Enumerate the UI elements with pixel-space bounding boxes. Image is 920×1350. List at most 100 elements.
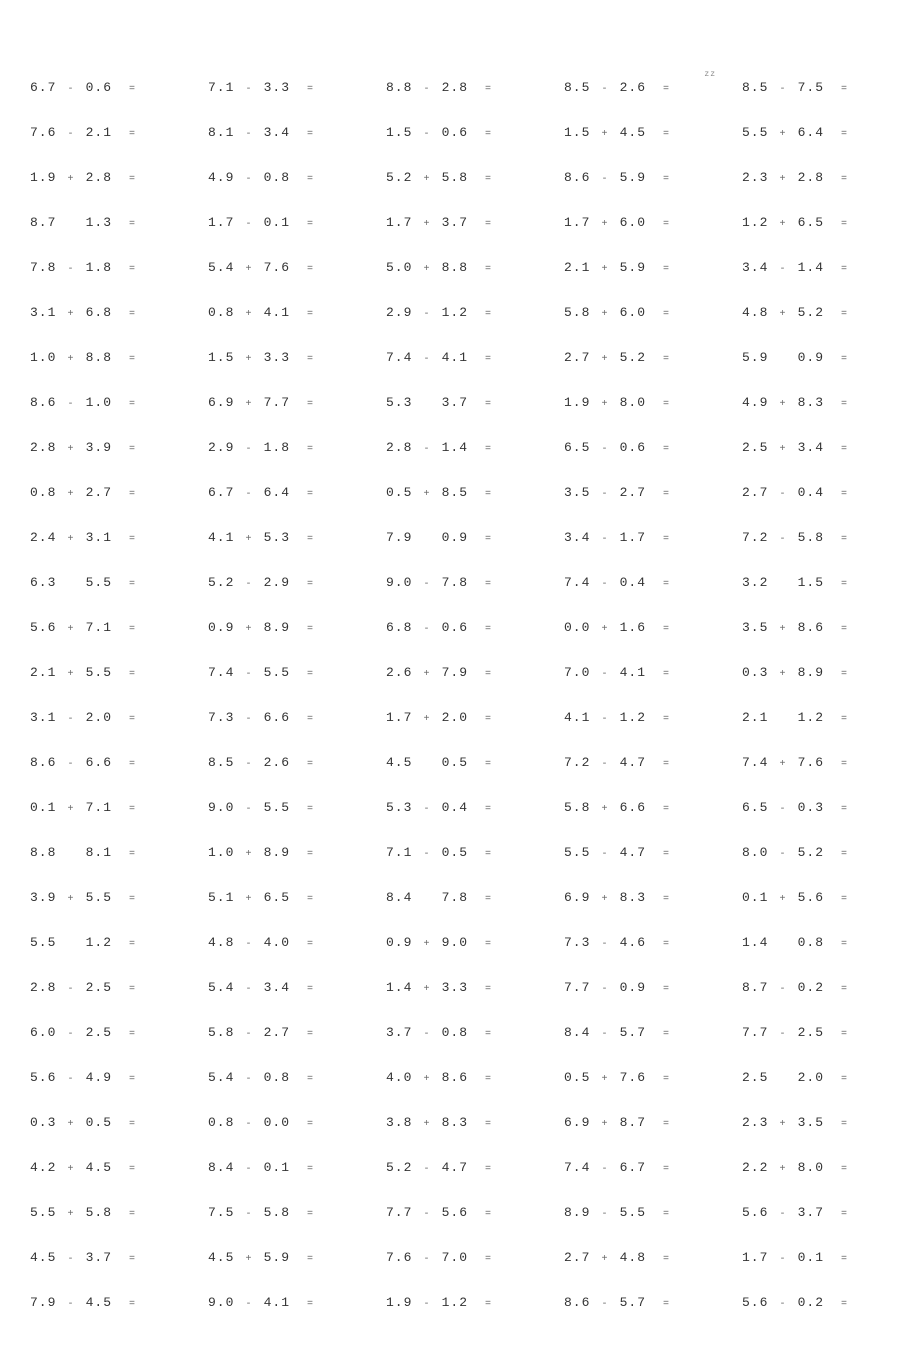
math-problem: 5.4-0.8= — [208, 1070, 356, 1085]
operator: + — [420, 939, 434, 950]
math-problem: 6.7-0.6= — [30, 80, 178, 95]
operator: + — [420, 489, 434, 500]
operator: - — [242, 984, 256, 995]
operand-a: 5.6 — [30, 620, 64, 635]
operand-a: 4.0 — [386, 1070, 420, 1085]
math-problem: 6.8-0.6= — [386, 620, 534, 635]
operator: - — [420, 444, 434, 455]
worksheet-page: 6.7-0.6=7.1-3.3=8.8-2.8=8.5-2.6=zz8.5-7.… — [0, 0, 920, 1350]
math-problem: 0.9+8.9= — [208, 620, 356, 635]
operator: - — [242, 84, 256, 95]
operand-a: 3.9 — [30, 890, 64, 905]
math-problem: 5.2-2.9= — [208, 575, 356, 590]
math-problem: 8.71.3= — [30, 215, 178, 230]
operand-b: 4.8 — [612, 1250, 646, 1265]
math-problem: 8.5-2.6=zz — [564, 80, 712, 95]
math-problem: 1.0+8.8= — [30, 350, 178, 365]
operand-a: 5.6 — [30, 1070, 64, 1085]
math-problem: 6.7-6.4= — [208, 485, 356, 500]
operator: - — [420, 84, 434, 95]
math-problem: 4.9-0.8= — [208, 170, 356, 185]
operand-a: 2.5 — [742, 440, 776, 455]
operand-b: 1.2 — [434, 1295, 468, 1310]
operand-a: 3.7 — [386, 1025, 420, 1040]
operator: - — [64, 1254, 78, 1265]
operand-a: 4.2 — [30, 1160, 64, 1175]
equals-sign: = — [824, 534, 848, 545]
operand-b: 8.3 — [612, 890, 646, 905]
operand-b: 5.8 — [256, 1205, 290, 1220]
operand-b: 6.0 — [612, 305, 646, 320]
operator: + — [242, 849, 256, 860]
equals-sign: = — [290, 894, 314, 905]
operand-b: 1.5 — [790, 575, 824, 590]
operand-b: 7.6 — [612, 1070, 646, 1085]
math-problem: 6.9+7.7= — [208, 395, 356, 410]
math-problem: 0.3+8.9= — [742, 665, 890, 680]
operand-a: 3.1 — [30, 305, 64, 320]
operand-b: 0.5 — [434, 755, 468, 770]
operand-a: 4.1 — [208, 530, 242, 545]
operator: + — [242, 534, 256, 545]
math-problem: 1.9+2.8= — [30, 170, 178, 185]
operator: + — [598, 354, 612, 365]
math-problem: 0.1+7.1= — [30, 800, 178, 815]
math-problem: 1.40.8= — [742, 935, 890, 950]
equals-sign: = — [468, 984, 492, 995]
equals-sign: = — [468, 1254, 492, 1265]
equals-sign: = — [468, 714, 492, 725]
operand-b: 1.8 — [78, 260, 112, 275]
operand-b: 3.4 — [256, 980, 290, 995]
operand-a: 8.7 — [30, 215, 64, 230]
operand-a: 4.5 — [208, 1250, 242, 1265]
operator: - — [420, 1209, 434, 1220]
math-problem: 7.4-5.5= — [208, 665, 356, 680]
equals-sign: = — [468, 444, 492, 455]
operand-a: 2.2 — [742, 1160, 776, 1175]
operand-a: 7.1 — [208, 80, 242, 95]
operand-a: 8.6 — [564, 1295, 598, 1310]
operator: - — [776, 1254, 790, 1265]
operand-a: 8.8 — [30, 845, 64, 860]
math-problem: 5.90.9= — [742, 350, 890, 365]
math-problem: 4.50.5= — [386, 755, 534, 770]
operator: - — [242, 714, 256, 725]
operand-b: 6.8 — [78, 305, 112, 320]
math-problem: 5.0+8.8= — [386, 260, 534, 275]
math-problem: 5.1+6.5= — [208, 890, 356, 905]
math-problem: 0.8+2.7= — [30, 485, 178, 500]
operand-a: 0.8 — [208, 305, 242, 320]
math-problem: 3.5+8.6= — [742, 620, 890, 635]
operator: - — [242, 1029, 256, 1040]
operand-a: 8.6 — [30, 395, 64, 410]
operator: + — [776, 669, 790, 680]
math-problem: 3.21.5= — [742, 575, 890, 590]
operand-b: 5.5 — [612, 1205, 646, 1220]
operand-b: 3.3 — [256, 80, 290, 95]
equals-sign: = — [290, 669, 314, 680]
math-problem: 2.8-1.4= — [386, 440, 534, 455]
operand-a: 1.9 — [564, 395, 598, 410]
operand-b: 5.6 — [434, 1205, 468, 1220]
operand-a: 3.4 — [742, 260, 776, 275]
equals-sign: = — [824, 1209, 848, 1220]
equals-sign: = — [646, 669, 670, 680]
operator: + — [64, 354, 78, 365]
operand-a: 2.3 — [742, 170, 776, 185]
operator: - — [776, 804, 790, 815]
equals-sign: = — [468, 309, 492, 320]
equals-sign: = — [646, 84, 670, 95]
equals-sign: = — [112, 534, 136, 545]
math-problem: 7.6-2.1= — [30, 125, 178, 140]
operator: + — [598, 804, 612, 815]
operator: - — [64, 984, 78, 995]
operand-a: 0.5 — [564, 1070, 598, 1085]
operand-b: 3.3 — [256, 350, 290, 365]
equals-sign: = — [646, 1029, 670, 1040]
operand-a: 1.0 — [30, 350, 64, 365]
operand-a: 1.5 — [208, 350, 242, 365]
operator: - — [598, 1164, 612, 1175]
math-problem: 6.0-2.5= — [30, 1025, 178, 1040]
operand-a: 5.5 — [564, 845, 598, 860]
math-problem: 1.9-1.2= — [386, 1295, 534, 1310]
